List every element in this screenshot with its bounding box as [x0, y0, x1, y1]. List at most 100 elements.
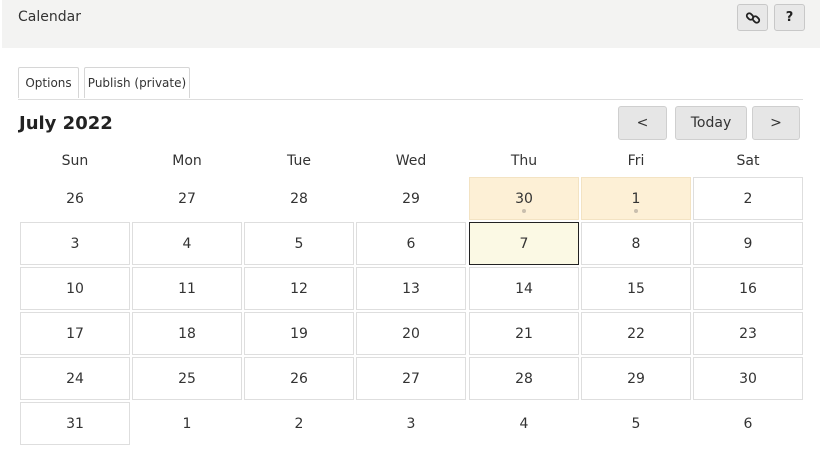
prev-month-button[interactable]: <: [618, 106, 667, 140]
day-number: 1: [631, 190, 641, 207]
day-cell[interactable]: 22: [581, 312, 691, 355]
day-cell[interactable]: 9: [693, 222, 803, 265]
page-title: Calendar: [18, 9, 81, 25]
weekday-tue: Tue: [287, 153, 311, 169]
weekday-mon: Mon: [172, 153, 202, 169]
day-number: 26: [290, 370, 308, 387]
day-number: 30: [515, 190, 533, 207]
day-cell[interactable]: 8: [581, 222, 691, 265]
day-cell[interactable]: 4: [132, 222, 242, 265]
day-cell[interactable]: 17: [20, 312, 130, 355]
day-number: 30: [739, 370, 757, 387]
day-number: 18: [178, 325, 196, 342]
day-cell[interactable]: 3: [356, 402, 466, 445]
day-number: 24: [66, 370, 84, 387]
day-cell[interactable]: 29: [356, 177, 466, 220]
day-cell[interactable]: 28: [244, 177, 354, 220]
day-number: 25: [178, 370, 196, 387]
day-cell[interactable]: 29: [581, 357, 691, 400]
day-cell[interactable]: 6: [693, 402, 803, 445]
day-number: 2: [294, 415, 304, 432]
day-number: 17: [66, 325, 84, 342]
day-number: 22: [627, 325, 645, 342]
day-number: 23: [739, 325, 757, 342]
tab-bar: Options Publish (private): [18, 67, 803, 100]
day-number: 29: [402, 190, 420, 207]
day-number: 12: [290, 280, 308, 297]
day-cell[interactable]: 5: [581, 402, 691, 445]
today-button[interactable]: Today: [675, 106, 747, 140]
day-number: 13: [402, 280, 420, 297]
help-button[interactable]: ?: [774, 4, 805, 31]
day-cell[interactable]: 5: [244, 222, 354, 265]
weekday-sat: Sat: [736, 153, 760, 169]
day-number: 9: [743, 235, 753, 252]
event-dot-icon: [634, 209, 638, 213]
day-number: 7: [519, 235, 529, 252]
day-number: 10: [66, 280, 84, 297]
app-header: Calendar ?: [2, 0, 820, 48]
day-number: 28: [290, 190, 308, 207]
day-number: 31: [66, 415, 84, 432]
day-cell[interactable]: 20: [356, 312, 466, 355]
day-cell[interactable]: 15: [581, 267, 691, 310]
day-number: 19: [290, 325, 308, 342]
day-cell[interactable]: 24: [20, 357, 130, 400]
day-number: 4: [519, 415, 529, 432]
day-number: 29: [627, 370, 645, 387]
day-cell[interactable]: 2: [244, 402, 354, 445]
day-number: 8: [631, 235, 641, 252]
day-cell[interactable]: 3: [20, 222, 130, 265]
day-number: 21: [515, 325, 533, 342]
day-number: 26: [66, 190, 84, 207]
link-icon: [745, 11, 760, 24]
day-cell[interactable]: 13: [356, 267, 466, 310]
day-cell-today[interactable]: 7: [469, 222, 579, 265]
day-cell[interactable]: 27: [132, 177, 242, 220]
day-number: 27: [178, 190, 196, 207]
day-number: 27: [402, 370, 420, 387]
day-number: 14: [515, 280, 533, 297]
day-number: 15: [627, 280, 645, 297]
day-cell[interactable]: 4: [469, 402, 579, 445]
day-number: 6: [743, 415, 753, 432]
day-cell[interactable]: 28: [469, 357, 579, 400]
day-cell[interactable]: 1: [581, 177, 691, 220]
day-number: 4: [182, 235, 192, 252]
link-button[interactable]: [737, 4, 768, 31]
day-number: 5: [294, 235, 304, 252]
day-cell[interactable]: 25: [132, 357, 242, 400]
tab-publish-private[interactable]: Publish (private): [84, 67, 190, 98]
event-dot-icon: [522, 209, 526, 213]
day-cell[interactable]: 26: [20, 177, 130, 220]
day-cell[interactable]: 30: [693, 357, 803, 400]
day-number: 2: [743, 190, 753, 207]
next-month-button[interactable]: >: [752, 106, 800, 140]
day-cell[interactable]: 31: [20, 402, 130, 445]
day-number: 5: [631, 415, 641, 432]
day-cell[interactable]: 14: [469, 267, 579, 310]
day-cell[interactable]: 1: [132, 402, 242, 445]
day-cell[interactable]: 11: [132, 267, 242, 310]
day-cell[interactable]: 30: [469, 177, 579, 220]
day-cell[interactable]: 27: [356, 357, 466, 400]
day-cell[interactable]: 18: [132, 312, 242, 355]
day-number: 3: [406, 415, 416, 432]
day-number: 16: [739, 280, 757, 297]
weekday-sun: Sun: [61, 153, 89, 169]
weekday-wed: Wed: [395, 153, 427, 169]
day-cell[interactable]: 6: [356, 222, 466, 265]
day-cell[interactable]: 19: [244, 312, 354, 355]
day-number: 3: [70, 235, 80, 252]
day-cell[interactable]: 26: [244, 357, 354, 400]
day-cell[interactable]: 10: [20, 267, 130, 310]
day-number: 20: [402, 325, 420, 342]
tab-options[interactable]: Options: [18, 67, 79, 98]
day-cell[interactable]: 16: [693, 267, 803, 310]
day-cell[interactable]: 23: [693, 312, 803, 355]
day-cell[interactable]: 21: [469, 312, 579, 355]
day-number: 6: [406, 235, 416, 252]
day-number: 28: [515, 370, 533, 387]
day-cell[interactable]: 2: [693, 177, 803, 220]
day-cell[interactable]: 12: [244, 267, 354, 310]
